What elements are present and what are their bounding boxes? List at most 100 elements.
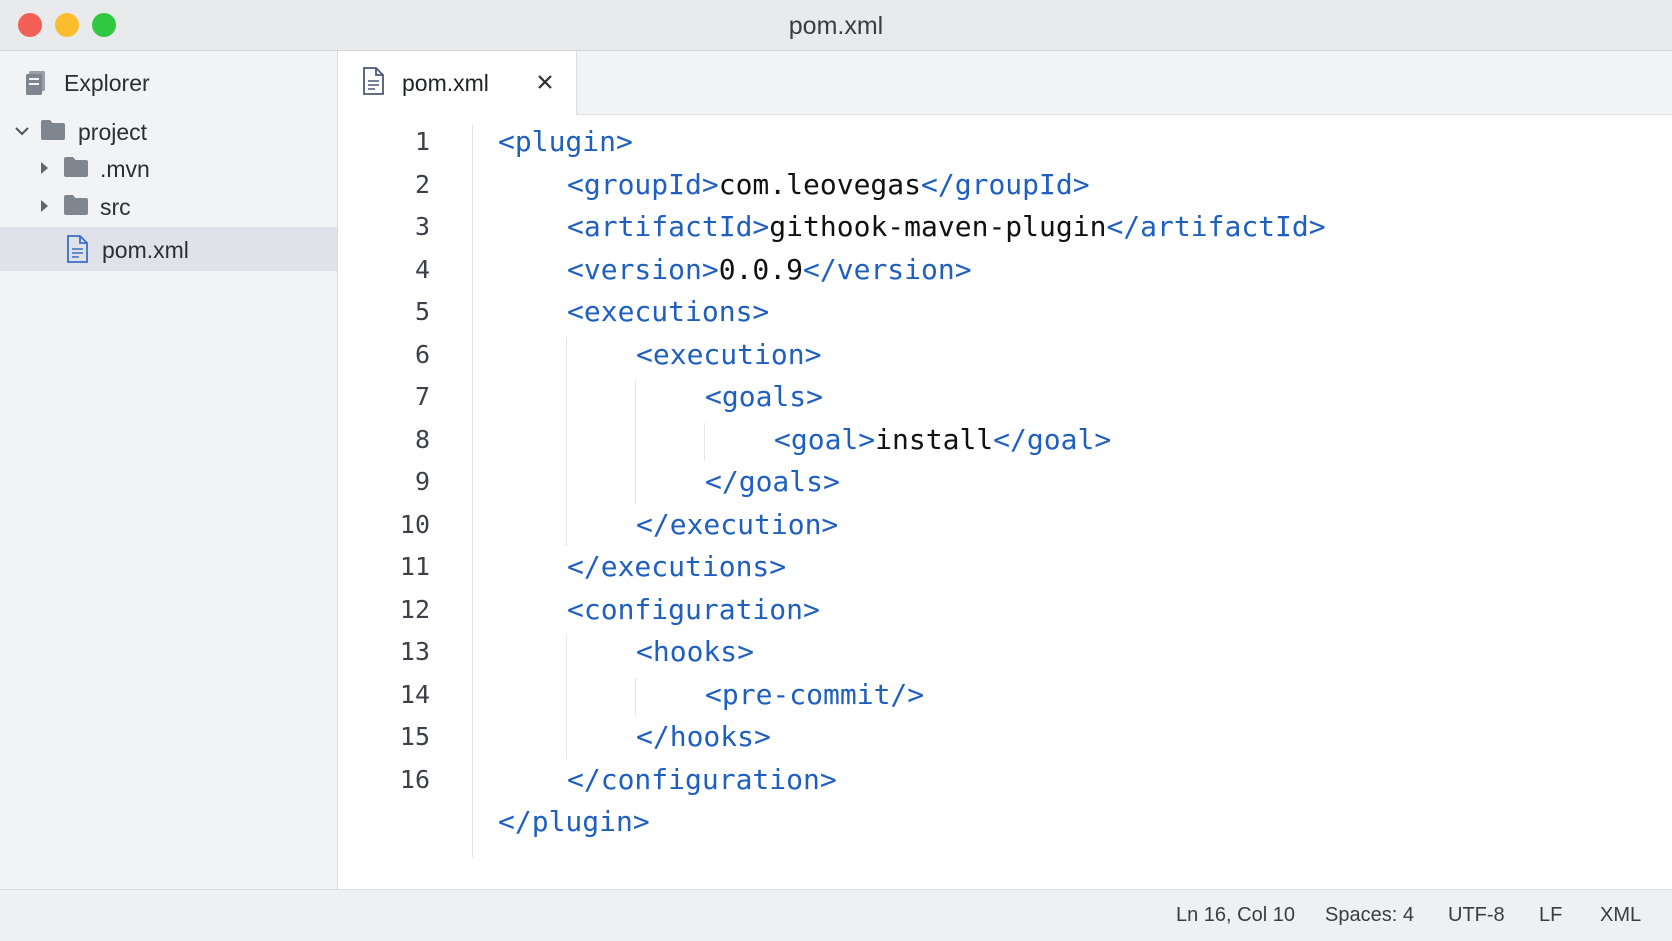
xml-tag: </hooks>: [636, 720, 771, 753]
xml-tag: <configuration>: [567, 592, 820, 626]
line-number: 2: [414, 169, 430, 199]
title-bar: pom.xml: [0, 0, 1672, 51]
code-text: </goals>: [705, 465, 840, 498]
code-text: </execution>: [636, 508, 838, 541]
indentation-setting[interactable]: Spaces: 4: [1325, 904, 1414, 927]
code-line[interactable]: 4 <version>0.0.9</version>: [338, 249, 1672, 291]
line-number: 5: [414, 297, 430, 326]
file-icon: [362, 67, 384, 100]
code-text: <groupId>com.leovegas</groupId>: [567, 168, 1090, 201]
xml-tag: </goal>: [993, 422, 1112, 456]
file-icon: [66, 235, 88, 268]
code-text: </plugin>: [498, 805, 650, 838]
code-line[interactable]: </plugin>: [338, 801, 1672, 843]
chevron-right-icon[interactable]: [38, 160, 52, 181]
explorer-icon: [25, 70, 47, 101]
line-number: 3: [414, 212, 430, 241]
xml-tag: <groupId>: [567, 167, 719, 201]
folder-icon: [40, 119, 66, 146]
status-bar: Ln 16, Col 10 Spaces: 4 UTF-8 LF XML: [0, 889, 1672, 941]
code-line[interactable]: 1 <plugin>: [338, 121, 1672, 163]
line-number: 4: [414, 254, 430, 284]
tab-label: pom.xml: [402, 70, 489, 96]
code-line[interactable]: 14 <pre-commit/>: [338, 674, 1672, 716]
code-text: <pre-commit/>: [705, 678, 924, 711]
close-icon[interactable]: [534, 71, 556, 93]
tree-item-pom-xml[interactable]: pom.xml: [0, 227, 337, 271]
indent-guide: [566, 337, 567, 546]
code-text: <goals>: [705, 380, 823, 413]
xml-tag: <artifactId>: [567, 210, 770, 243]
window-title: pom.xml: [788, 12, 884, 40]
code-text: <goal>install</goal>: [774, 423, 1111, 456]
xml-tag: <hooks>: [636, 635, 755, 668]
editor-window: pom.xml Explorer project .mvn src pom.xm…: [0, 0, 1672, 941]
code-line[interactable]: 10 </execution>: [338, 504, 1672, 546]
code-line[interactable]: 16 </configuration>: [338, 759, 1672, 801]
line-number: 13: [399, 637, 430, 666]
tree-item-label: .mvn: [100, 156, 150, 182]
code-line[interactable]: 12 <configuration>: [338, 589, 1672, 631]
xml-tag: <version>: [567, 252, 719, 286]
code-line[interactable]: 11 </executions>: [338, 546, 1672, 588]
xml-tag: </configuration>: [567, 762, 837, 796]
tree-item-project[interactable]: project: [0, 111, 337, 151]
code-line[interactable]: 9 </goals>: [338, 461, 1672, 503]
chevron-right-icon[interactable]: [38, 198, 52, 219]
xml-tag: </execution>: [636, 507, 839, 541]
line-number: 1: [414, 127, 430, 156]
code-text: <version>0.0.9</version>: [567, 253, 972, 286]
code-text: <configuration>: [567, 593, 820, 626]
xml-tag: <pre-commit/>: [705, 677, 925, 711]
code-editor[interactable]: 1 <plugin> 2 <groupId>com.leovegas</groupId…: [338, 115, 1672, 889]
code-text: </hooks>: [636, 720, 771, 753]
sidebar: Explorer project .mvn src pom.xml: [0, 51, 338, 889]
xml-tag: </executions>: [567, 550, 787, 583]
code-text: </executions>: [567, 550, 786, 583]
tree-item-mvn[interactable]: .mvn: [0, 148, 337, 188]
cursor-position[interactable]: Ln 16, Col 10: [1176, 904, 1295, 927]
folder-icon: [63, 156, 89, 183]
code-line[interactable]: 5 <executions>: [338, 291, 1672, 333]
code-text: </configuration>: [567, 763, 837, 796]
code-line[interactable]: 2 <groupId>com.leovegas</groupId>: [338, 164, 1672, 206]
xml-value: githook-maven-plugin: [769, 210, 1107, 243]
file-encoding[interactable]: UTF-8: [1448, 904, 1505, 927]
code-line[interactable]: 13 <hooks>: [338, 631, 1672, 673]
xml-value: 0.0.9: [718, 252, 804, 286]
language-mode[interactable]: XML: [1600, 904, 1641, 927]
code-text: <hooks>: [636, 635, 754, 668]
xml-value: com.leovegas: [718, 167, 922, 201]
tree-item-label: pom.xml: [102, 237, 189, 263]
code-line[interactable]: 7 <goals>: [338, 376, 1672, 418]
xml-tag: </groupId>: [921, 167, 1090, 201]
xml-tag: </plugin>: [498, 805, 650, 838]
code-line[interactable]: 6 <execution>: [338, 334, 1672, 376]
xml-tag: <goal>: [774, 422, 876, 456]
line-number: 8: [414, 424, 430, 454]
xml-tag: <plugin>: [498, 125, 633, 158]
line-number: 12: [399, 594, 430, 624]
code-text: <execution>: [636, 338, 821, 371]
xml-tag: <goals>: [705, 380, 824, 413]
tree-item-src[interactable]: src: [0, 186, 337, 226]
tab-pom-xml[interactable]: pom.xml: [338, 51, 577, 115]
line-number: 15: [399, 722, 430, 751]
tree-item-label: src: [100, 194, 131, 220]
explorer-title: Explorer: [64, 70, 150, 96]
indent-guide: [566, 635, 567, 759]
code-line[interactable]: 15 </hooks>: [338, 716, 1672, 758]
chevron-down-icon[interactable]: [14, 123, 30, 144]
line-number: 16: [399, 764, 430, 794]
line-number: 6: [414, 339, 430, 369]
xml-value: install: [875, 422, 994, 456]
xml-tag: <executions>: [567, 295, 770, 328]
line-number: 14: [399, 679, 430, 709]
explorer-header[interactable]: Explorer: [0, 51, 337, 115]
code-line[interactable]: 3 <artifactId>githook-maven-plugin</artif…: [338, 206, 1672, 248]
xml-tag: </artifactId>: [1106, 210, 1326, 243]
line-ending[interactable]: LF: [1539, 904, 1562, 927]
code-line[interactable]: 8 <goal>install</goal>: [338, 419, 1672, 461]
indent-guide: [635, 380, 636, 504]
tree-item-label: project: [78, 119, 148, 145]
